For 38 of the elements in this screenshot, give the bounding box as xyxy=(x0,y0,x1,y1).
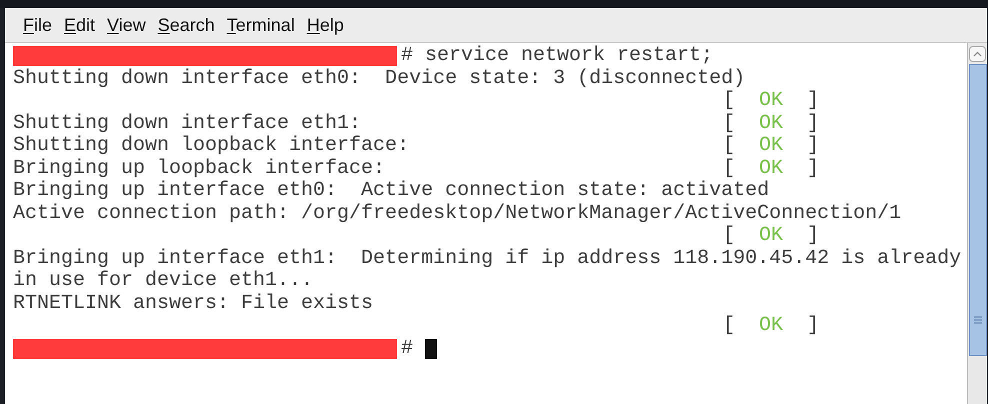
bracket-text: [ xyxy=(723,315,736,338)
menu-item[interactable]: Edit xyxy=(60,16,100,34)
bracket-text: ] xyxy=(807,225,820,248)
bracket-text: ] xyxy=(807,135,820,158)
output-line: in use for device eth1... xyxy=(13,270,314,292)
status-text: OK xyxy=(759,90,784,112)
bracket-text: ] xyxy=(807,112,820,135)
status-text: OK xyxy=(759,112,784,135)
menu-item[interactable]: View xyxy=(103,16,150,34)
bracket-text: [ xyxy=(723,225,736,248)
status-text: OK xyxy=(759,158,784,180)
bracket-text: ] xyxy=(807,315,820,338)
status-text: OK xyxy=(759,225,784,248)
output-line: Bringing up interface eth0: Active connection state: activated xyxy=(13,180,770,202)
bracket-text: [ xyxy=(723,90,736,112)
output-line: Shutting down interface eth0: Device state: 3 (disconnected) xyxy=(13,68,746,90)
menu-item[interactable]: File xyxy=(19,16,56,34)
bracket-text: [ xyxy=(723,112,736,135)
output-line: Active connection path: /org/freedesktop/NetworkManager/ActiveConnection/1 xyxy=(13,202,902,225)
menu-item[interactable]: Terminal xyxy=(222,16,299,34)
scrollbar[interactable] xyxy=(967,43,987,404)
scroll-thumb[interactable] xyxy=(968,64,986,356)
output-line: Bringing up interface eth1: Determining if ip address 118.190.45.42 is already xyxy=(13,248,962,270)
output-line: RTNETLINK answers: File exists xyxy=(13,292,374,315)
menu-item[interactable]: Search xyxy=(154,16,219,34)
bracket-text: [ xyxy=(723,158,736,180)
menu-item[interactable]: Help xyxy=(302,16,348,34)
bracket-text: [ xyxy=(723,135,736,158)
status-text: OK xyxy=(759,315,784,338)
bracket-text: ] xyxy=(807,158,820,180)
output-line: Shutting down interface eth1: xyxy=(13,112,362,135)
command-text: # service network restart; xyxy=(401,45,714,68)
scroll-up-icon[interactable] xyxy=(969,46,986,62)
bracket-text: ] xyxy=(807,90,820,112)
command-text: # xyxy=(401,338,414,360)
output-line: Shutting down loopback interface: xyxy=(13,135,410,158)
output-line: Bringing up loopback interface: xyxy=(13,158,386,180)
status-text: OK xyxy=(759,135,784,158)
